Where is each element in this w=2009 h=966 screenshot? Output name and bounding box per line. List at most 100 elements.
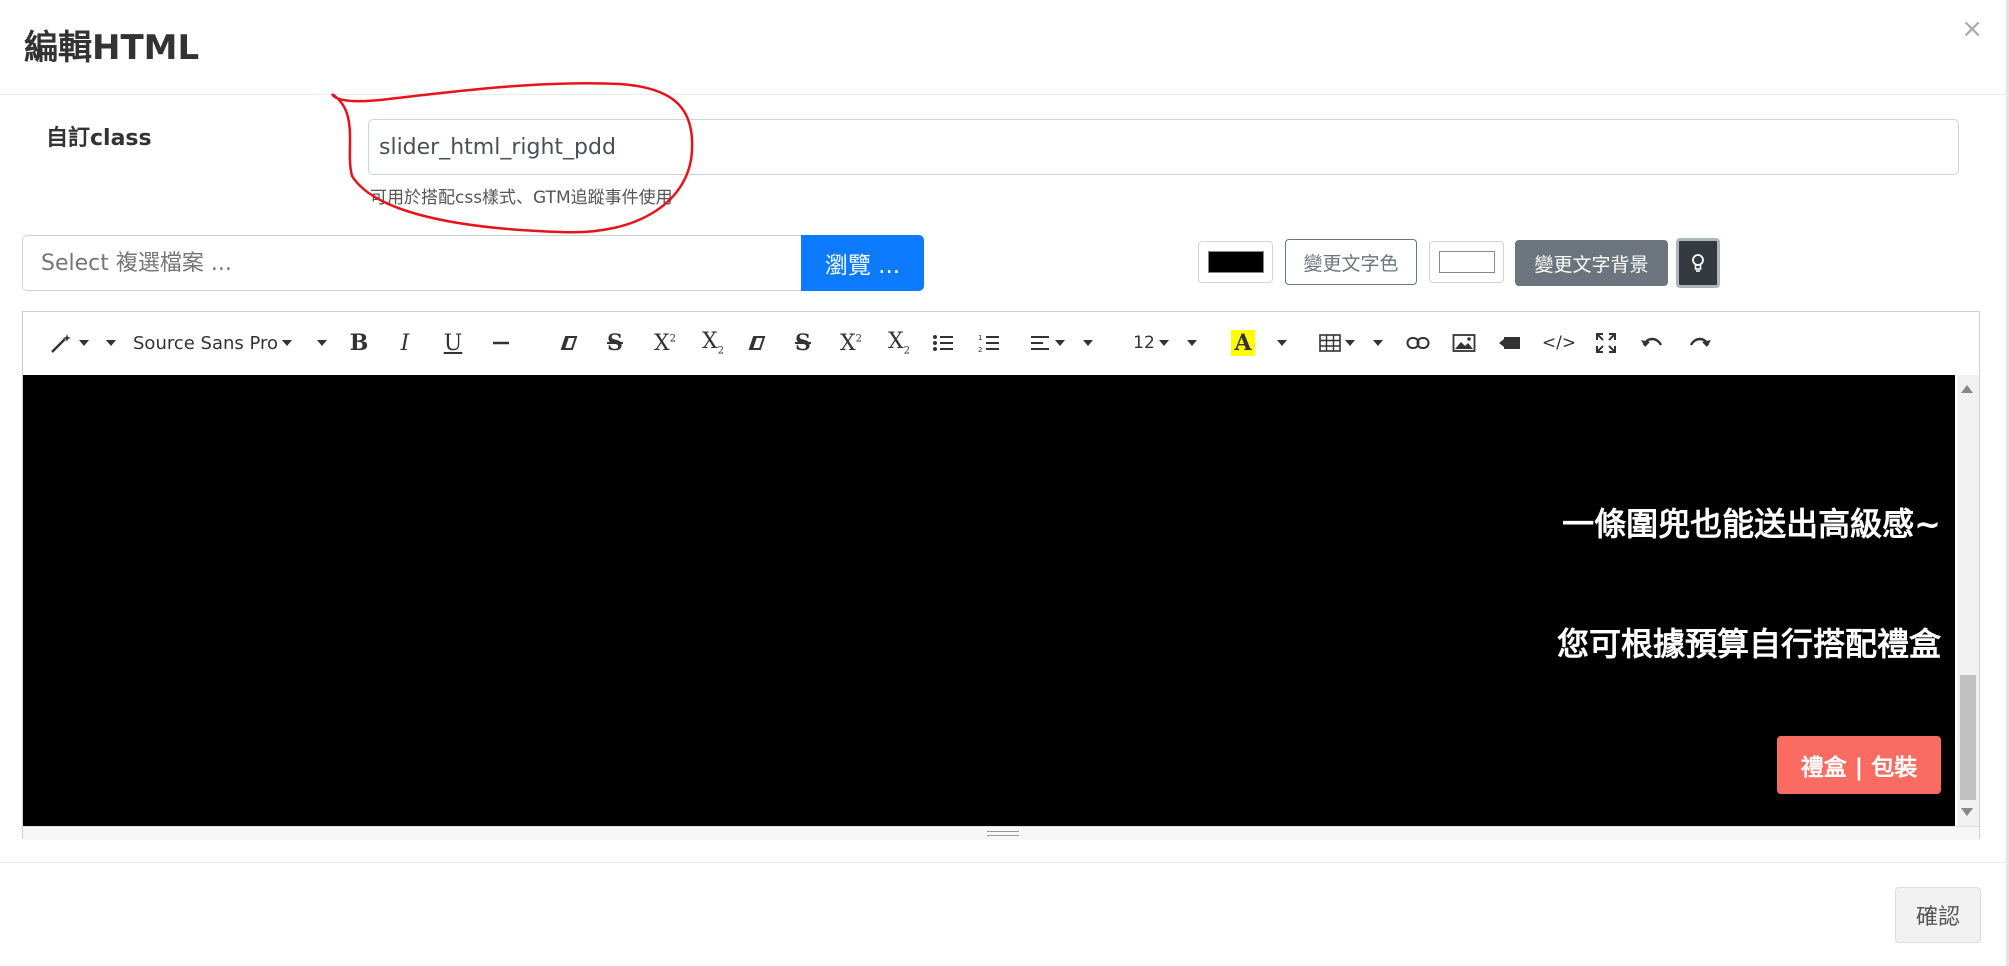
superscript-button[interactable]: X2: [647, 326, 683, 360]
bold-icon: B: [349, 330, 369, 356]
chevron-down-icon: [282, 340, 293, 346]
scrollbar-thumb[interactable]: [1960, 675, 1976, 800]
style-magic-button[interactable]: [41, 326, 97, 360]
text-color-preview: [1207, 251, 1264, 273]
superscript-icon: X2: [839, 330, 863, 356]
undo-button[interactable]: [1635, 326, 1669, 360]
underline-icon: U: [443, 330, 463, 356]
bold-button[interactable]: B: [343, 326, 375, 360]
custom-class-input[interactable]: [368, 119, 1959, 175]
bg-color-swatch[interactable]: [1429, 241, 1504, 283]
chevron-down-icon: [1277, 340, 1287, 346]
align-dropdown-toggle[interactable]: [1075, 326, 1097, 360]
editor-scrollbar[interactable]: [1957, 375, 1979, 826]
eraser-button[interactable]: [553, 326, 585, 360]
underline-button[interactable]: U: [437, 326, 469, 360]
paragraph-align-button[interactable]: [1023, 326, 1071, 360]
unordered-list-button[interactable]: [927, 326, 959, 360]
browse-button[interactable]: 瀏覽 ...: [801, 235, 924, 291]
table-button[interactable]: [1313, 326, 1361, 360]
chevron-down-icon: [317, 340, 327, 346]
custom-class-label: 自訂class: [46, 126, 152, 151]
font-size-value: 12: [1133, 333, 1155, 353]
file-select-input[interactable]: [22, 235, 804, 291]
subscript-button-2[interactable]: X2: [881, 326, 917, 360]
numbered-list-icon: 1 2: [978, 334, 999, 353]
custom-class-help: 可用於搭配css樣式、GTM追蹤事件使用: [370, 188, 673, 208]
chevron-down-icon: [1373, 340, 1383, 346]
code-view-button[interactable]: </>: [1539, 326, 1579, 360]
fullscreen-icon: [1596, 333, 1616, 353]
horizontal-rule-icon: [493, 341, 509, 345]
highlight-color-button[interactable]: A: [1227, 326, 1259, 360]
magic-wand-icon: [51, 334, 71, 353]
table-icon: [1319, 334, 1341, 352]
content-line-2: 您可根據預算自行搭配禮盒: [1556, 625, 1941, 663]
eraser-button-2[interactable]: [741, 326, 773, 360]
align-left-icon: [1031, 336, 1049, 350]
close-button[interactable]: ×: [1961, 14, 1983, 44]
fullscreen-button[interactable]: [1589, 326, 1623, 360]
editor-toolbar: Source Sans Pro B I U S X2 X2 S X2 X2 1 …: [23, 312, 1979, 375]
table-dropdown-toggle[interactable]: [1365, 326, 1387, 360]
scroll-down-icon[interactable]: [1961, 808, 1973, 816]
modal-header: 編輯HTML ×: [0, 0, 2009, 95]
italic-button[interactable]: I: [389, 326, 421, 360]
editor-content-area[interactable]: 一條圍兜也能送出高級感~ 您可根據預算自行搭配禮盒 禮盒 | 包裝: [23, 375, 1955, 826]
strikethrough-button-2[interactable]: S: [787, 326, 819, 360]
video-icon: [1499, 337, 1520, 349]
redo-button[interactable]: [1683, 326, 1717, 360]
text-color-swatch[interactable]: [1198, 241, 1273, 283]
chevron-down-icon: [1187, 340, 1197, 346]
font-family-select[interactable]: Source Sans Pro: [133, 326, 325, 360]
scroll-up-icon[interactable]: [1961, 385, 1973, 393]
chevron-down-icon: [1345, 340, 1355, 346]
chevron-down-icon: [106, 340, 116, 346]
subscript-button[interactable]: X2: [695, 326, 731, 360]
highlight-a-icon: A: [1231, 330, 1255, 356]
font-family-dropdown-toggle[interactable]: [309, 326, 331, 360]
video-button[interactable]: [1493, 326, 1527, 360]
italic-icon: I: [400, 330, 410, 356]
link-icon: [1406, 337, 1430, 349]
resize-grip-icon: [987, 831, 1019, 836]
superscript-icon: X2: [653, 330, 677, 356]
undo-icon: [1641, 337, 1663, 347]
font-family-value: Source Sans Pro: [133, 332, 279, 354]
confirm-button[interactable]: 確認: [1895, 887, 1981, 943]
strikethrough-icon: S: [795, 330, 811, 356]
gift-box-button[interactable]: 禮盒 | 包裝: [1777, 736, 1941, 794]
content-line-1: 一條圍兜也能送出高級感~: [1562, 505, 1941, 543]
svg-text:1: 1: [978, 334, 982, 342]
image-button[interactable]: [1447, 326, 1481, 360]
lightbulb-icon: [1692, 254, 1704, 272]
hr-button[interactable]: [485, 326, 517, 360]
code-icon: </>: [1541, 333, 1577, 353]
font-size-select[interactable]: 12: [1127, 326, 1175, 360]
footer-divider: [0, 862, 2009, 863]
chevron-down-icon: [1055, 340, 1065, 346]
strikethrough-icon: S: [607, 330, 623, 356]
chevron-down-icon: [79, 340, 89, 346]
superscript-button-2[interactable]: X2: [833, 326, 869, 360]
change-text-bg-button[interactable]: 變更文字背景: [1515, 240, 1668, 286]
font-size-dropdown-toggle[interactable]: [1179, 326, 1201, 360]
ordered-list-button[interactable]: 1 2: [973, 326, 1005, 360]
link-button[interactable]: [1401, 326, 1435, 360]
editor-resize-handle[interactable]: [23, 826, 1979, 840]
redo-icon: [1689, 337, 1711, 347]
style-dropdown-toggle[interactable]: [99, 326, 119, 360]
change-text-color-button[interactable]: 變更文字色: [1285, 239, 1417, 285]
svg-text:2: 2: [978, 346, 982, 353]
rich-text-editor: Source Sans Pro B I U S X2 X2 S X2 X2 1 …: [22, 311, 1980, 840]
lightbulb-button[interactable]: [1676, 238, 1720, 288]
bg-color-preview: [1438, 251, 1495, 273]
subscript-icon: X2: [887, 329, 911, 357]
subscript-icon: X2: [701, 329, 725, 357]
modal-title: 編輯HTML: [24, 28, 200, 68]
strikethrough-button[interactable]: S: [599, 326, 631, 360]
color-dropdown-toggle[interactable]: [1269, 326, 1291, 360]
image-icon: [1452, 334, 1476, 352]
bullet-list-icon: [933, 335, 953, 351]
eraser-icon: [748, 336, 766, 350]
